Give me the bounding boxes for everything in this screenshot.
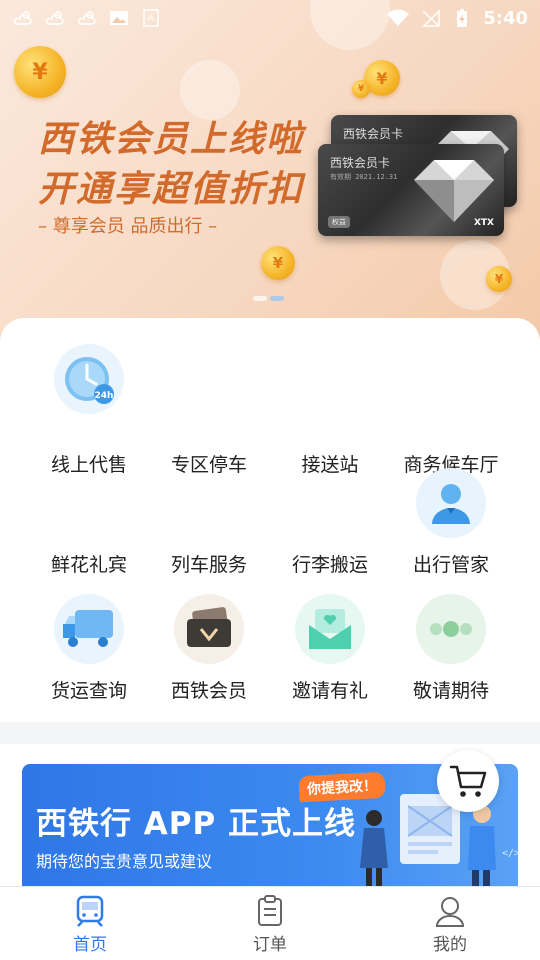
bottom-navigation: 首页 订单 我的 bbox=[0, 886, 540, 960]
clock-24h-icon: 24h bbox=[54, 344, 124, 414]
service-label: 接送站 bbox=[301, 454, 359, 476]
svg-text:</>: </> bbox=[502, 848, 518, 859]
feedback-illustration: </> bbox=[360, 794, 518, 892]
carousel-dot-active[interactable] bbox=[270, 296, 284, 301]
services-panel: 24h 线上代售 专区停车 接送站 商务候车厅 鲜花礼宾 列车服务 行李搬运 出… bbox=[0, 318, 540, 722]
service-invite-gift[interactable]: 邀请有礼 bbox=[270, 594, 390, 702]
cart-button[interactable] bbox=[437, 750, 499, 812]
nav-label: 订单 bbox=[253, 935, 287, 955]
banner-headline-2: 开通享超值折扣 bbox=[38, 169, 305, 210]
nav-profile[interactable]: 我的 bbox=[360, 887, 540, 960]
service-label: 专区停车 bbox=[170, 454, 247, 476]
no-signal-icon bbox=[422, 9, 440, 27]
promo-banner[interactable]: ¥ ¥ ¥ ¥ ¥ 西铁会员上线啦 开通享超值折扣 – 尊享会员 品质出行 – … bbox=[0, 0, 540, 340]
cloud-sun-icon bbox=[78, 11, 96, 25]
coming-soon-dots-icon bbox=[416, 594, 486, 664]
section-divider bbox=[0, 722, 540, 744]
carousel-dot[interactable] bbox=[253, 296, 267, 301]
card-title: 西铁会员卡 bbox=[330, 156, 391, 170]
card-date: 有效期 2021.12.31 bbox=[330, 173, 398, 181]
service-label: 行李搬运 bbox=[291, 554, 368, 576]
coin-icon: ¥ bbox=[486, 266, 512, 292]
service-label: 货运查询 bbox=[50, 680, 127, 702]
a-box-icon: A bbox=[143, 9, 159, 27]
service-online-sale[interactable]: 24h 线上代售 bbox=[29, 344, 149, 476]
carousel-indicator[interactable] bbox=[253, 296, 284, 301]
status-bar: A 5:40 bbox=[0, 0, 540, 36]
service-coming-soon[interactable]: 敬请期待 bbox=[391, 594, 511, 702]
nav-orders[interactable]: 订单 bbox=[180, 887, 360, 960]
member-card-icon bbox=[174, 594, 244, 664]
service-label: 敬请期待 bbox=[412, 680, 489, 702]
wifi-icon bbox=[387, 9, 410, 26]
clock-time: 5:40 bbox=[483, 7, 528, 29]
diamond-icon bbox=[414, 160, 494, 222]
card-badge: 权益 bbox=[328, 216, 350, 228]
card-title: 西铁会员卡 bbox=[343, 127, 404, 141]
clipboard-orders-icon bbox=[258, 895, 282, 926]
coin-icon: ¥ bbox=[352, 80, 370, 98]
banner-subline: – 尊享会员 品质出行 – bbox=[38, 216, 218, 237]
coin-icon: ¥ bbox=[14, 46, 66, 98]
service-label: 西铁会员 bbox=[170, 680, 247, 702]
nav-label: 首页 bbox=[73, 935, 107, 955]
user-profile-icon bbox=[435, 897, 465, 927]
truck-icon bbox=[54, 594, 124, 664]
service-label: 鲜花礼宾 bbox=[50, 554, 127, 576]
service-label: 线上代售 bbox=[50, 454, 127, 476]
butler-person-icon bbox=[416, 468, 486, 538]
promo-title: 西铁行 APP 正式上线 bbox=[36, 806, 357, 842]
service-xitie-member[interactable]: 西铁会员 bbox=[149, 594, 269, 702]
member-card-front: 西铁会员卡 有效期 2021.12.31 权益 XTX bbox=[318, 144, 504, 236]
coin-icon: ¥ bbox=[261, 246, 295, 280]
nav-home[interactable]: 首页 bbox=[0, 887, 180, 960]
service-travel-butler[interactable]: 出行管家 bbox=[391, 468, 511, 576]
train-home-icon bbox=[76, 895, 104, 927]
service-label: 出行管家 bbox=[412, 554, 489, 576]
service-label: 列车服务 bbox=[170, 554, 247, 576]
shopping-cart-icon bbox=[449, 765, 487, 797]
nav-label: 我的 bbox=[433, 935, 467, 955]
invite-envelope-icon bbox=[295, 594, 365, 664]
cloud-sun-icon bbox=[14, 11, 32, 25]
svg-text:24h: 24h bbox=[95, 391, 114, 401]
promo-subtitle: 期待您的宝贵意见或建议 bbox=[36, 852, 213, 871]
banner-headline-1: 西铁会员上线啦 bbox=[38, 119, 305, 160]
svg-text:A: A bbox=[148, 14, 155, 24]
image-icon bbox=[110, 11, 128, 25]
service-freight-query[interactable]: 货运查询 bbox=[29, 594, 149, 702]
cloud-sun-icon bbox=[46, 11, 64, 25]
battery-charging-icon bbox=[457, 9, 468, 27]
card-logo: XTX bbox=[473, 218, 494, 228]
service-label: 邀请有礼 bbox=[291, 680, 368, 702]
